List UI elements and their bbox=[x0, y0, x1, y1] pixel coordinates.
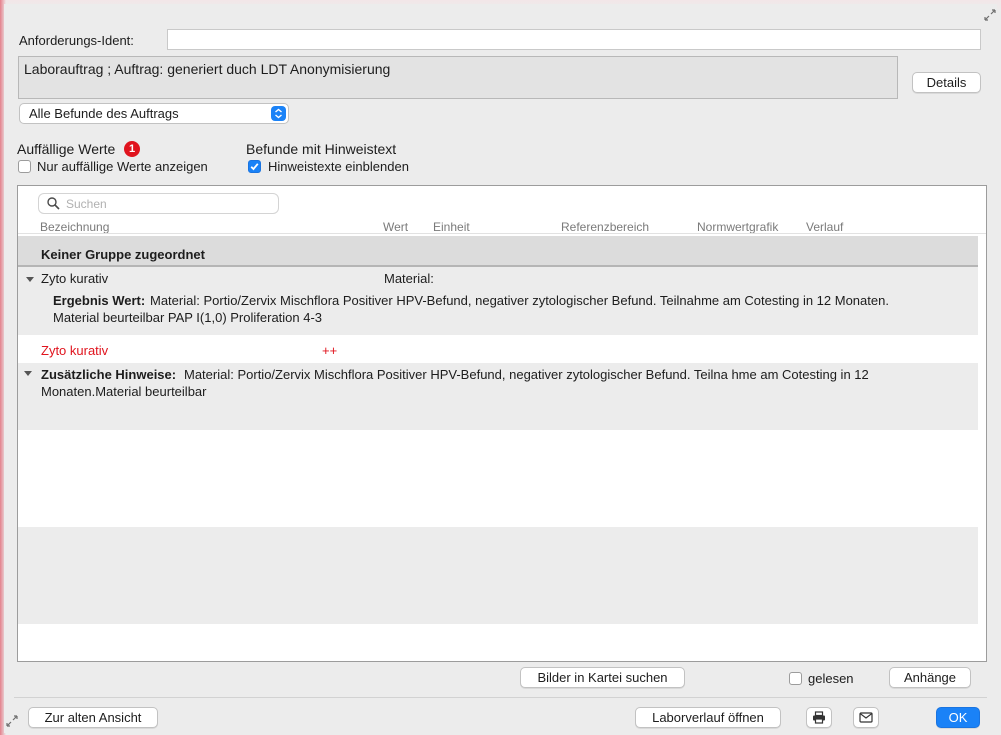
search-placeholder: Suchen bbox=[66, 197, 107, 211]
auffaellige-checkbox-label[interactable]: Nur auffällige Werte anzeigen bbox=[37, 159, 208, 174]
col-normwertgrafik[interactable]: Normwertgrafik bbox=[697, 220, 778, 234]
bilder-button-label: Bilder in Kartei suchen bbox=[537, 670, 668, 685]
header-divider bbox=[18, 233, 986, 234]
results-table: Suchen Bezeichnung Wert Einheit Referenz… bbox=[17, 185, 987, 662]
row-wert: Material: bbox=[384, 271, 434, 286]
checkmark-icon bbox=[250, 163, 259, 171]
mail-button[interactable] bbox=[853, 707, 879, 728]
group-header-label: Keiner Gruppe zugeordnet bbox=[41, 247, 205, 262]
row-detail-text-2: Material beurteilbar PAP I(1,0) Prolifer… bbox=[53, 310, 323, 325]
hint-text-2: Monaten.Material beurteilbar bbox=[41, 384, 207, 399]
printer-icon bbox=[813, 711, 825, 724]
row-detail-label: Ergebnis Wert: bbox=[53, 293, 146, 308]
empty-row bbox=[18, 527, 978, 624]
befunde-filter-select[interactable]: Alle Befunde des Auftrags bbox=[19, 103, 289, 124]
gelesen-label[interactable]: gelesen bbox=[808, 671, 854, 686]
alte-ansicht-label: Zur alten Ansicht bbox=[44, 710, 142, 725]
laborverlauf-label: Laborverlauf öffnen bbox=[652, 710, 764, 725]
resize-grip-icon[interactable] bbox=[6, 715, 18, 727]
print-button[interactable] bbox=[806, 707, 832, 728]
col-einheit[interactable]: Einheit bbox=[433, 220, 470, 234]
disclosure-triangle-icon[interactable] bbox=[26, 277, 34, 282]
ident-field[interactable] bbox=[167, 29, 981, 50]
magnifier-icon bbox=[47, 197, 60, 210]
auffaellige-checkbox[interactable] bbox=[18, 160, 31, 173]
col-wert[interactable]: Wert bbox=[383, 220, 408, 234]
row-detail-text-1: Material: Portio/Zervix Mischflora Posit… bbox=[150, 293, 889, 308]
auftrag-box: Laborauftrag ; Auftrag: generiert duch L… bbox=[18, 56, 898, 99]
col-verlauf[interactable]: Verlauf bbox=[806, 220, 843, 234]
row-wert-abnormal: ++ bbox=[322, 343, 338, 358]
auffaellige-title: Auffällige Werte bbox=[17, 141, 116, 157]
group-header[interactable]: Keiner Gruppe zugeordnet bbox=[18, 236, 978, 267]
table-row-abnormal[interactable]: Zyto kurativ ++ bbox=[18, 335, 978, 363]
details-button[interactable]: Details bbox=[912, 72, 981, 93]
row-name-abnormal: Zyto kurativ bbox=[41, 343, 109, 358]
anhaenge-button[interactable]: Anhänge bbox=[889, 667, 971, 688]
chevron-updown-icon bbox=[271, 106, 286, 121]
row-name: Zyto kurativ bbox=[41, 271, 109, 286]
auftrag-text: Laborauftrag ; Auftrag: generiert duch L… bbox=[24, 61, 391, 77]
details-button-label: Details bbox=[926, 75, 967, 90]
disclosure-triangle-icon[interactable] bbox=[24, 371, 32, 376]
ok-button[interactable]: OK bbox=[936, 707, 980, 728]
hinweis-checkbox-label[interactable]: Hinweistexte einblenden bbox=[268, 159, 409, 174]
footer-divider bbox=[14, 697, 987, 698]
auffaellige-count-badge: 1 bbox=[124, 141, 140, 157]
lab-report-window: Anforderungs-Ident: Laborauftrag ; Auftr… bbox=[4, 4, 997, 733]
gelesen-checkbox[interactable] bbox=[789, 672, 802, 685]
envelope-icon bbox=[859, 712, 873, 723]
hint-block[interactable]: Zusätzliche Hinweise: Material: Portio/Z… bbox=[18, 363, 978, 430]
expand-arrows-icon[interactable] bbox=[984, 9, 996, 21]
hinweis-checkbox[interactable] bbox=[248, 160, 261, 173]
hint-label: Zusätzliche Hinweise: bbox=[41, 367, 177, 382]
bilder-in-kartei-button[interactable]: Bilder in Kartei suchen bbox=[520, 667, 685, 688]
ident-label: Anforderungs-Ident: bbox=[19, 33, 134, 48]
hinweis-title: Befunde mit Hinweistext bbox=[246, 141, 397, 157]
befunde-filter-value: Alle Befunde des Auftrags bbox=[29, 106, 179, 121]
ok-button-label: OK bbox=[948, 710, 968, 725]
laborverlauf-button[interactable]: Laborverlauf öffnen bbox=[635, 707, 781, 728]
search-input[interactable]: Suchen bbox=[38, 193, 279, 214]
anhaenge-button-label: Anhänge bbox=[903, 670, 957, 685]
empty-row bbox=[18, 430, 978, 527]
hint-text-1: Material: Portio/Zervix Mischflora Posit… bbox=[184, 367, 869, 382]
table-row[interactable]: Zyto kurativ Material: Ergebnis Wert: Ma… bbox=[18, 267, 978, 335]
alte-ansicht-button[interactable]: Zur alten Ansicht bbox=[28, 707, 158, 728]
col-referenzbereich[interactable]: Referenzbereich bbox=[561, 220, 649, 234]
col-bezeichnung[interactable]: Bezeichnung bbox=[40, 220, 109, 234]
